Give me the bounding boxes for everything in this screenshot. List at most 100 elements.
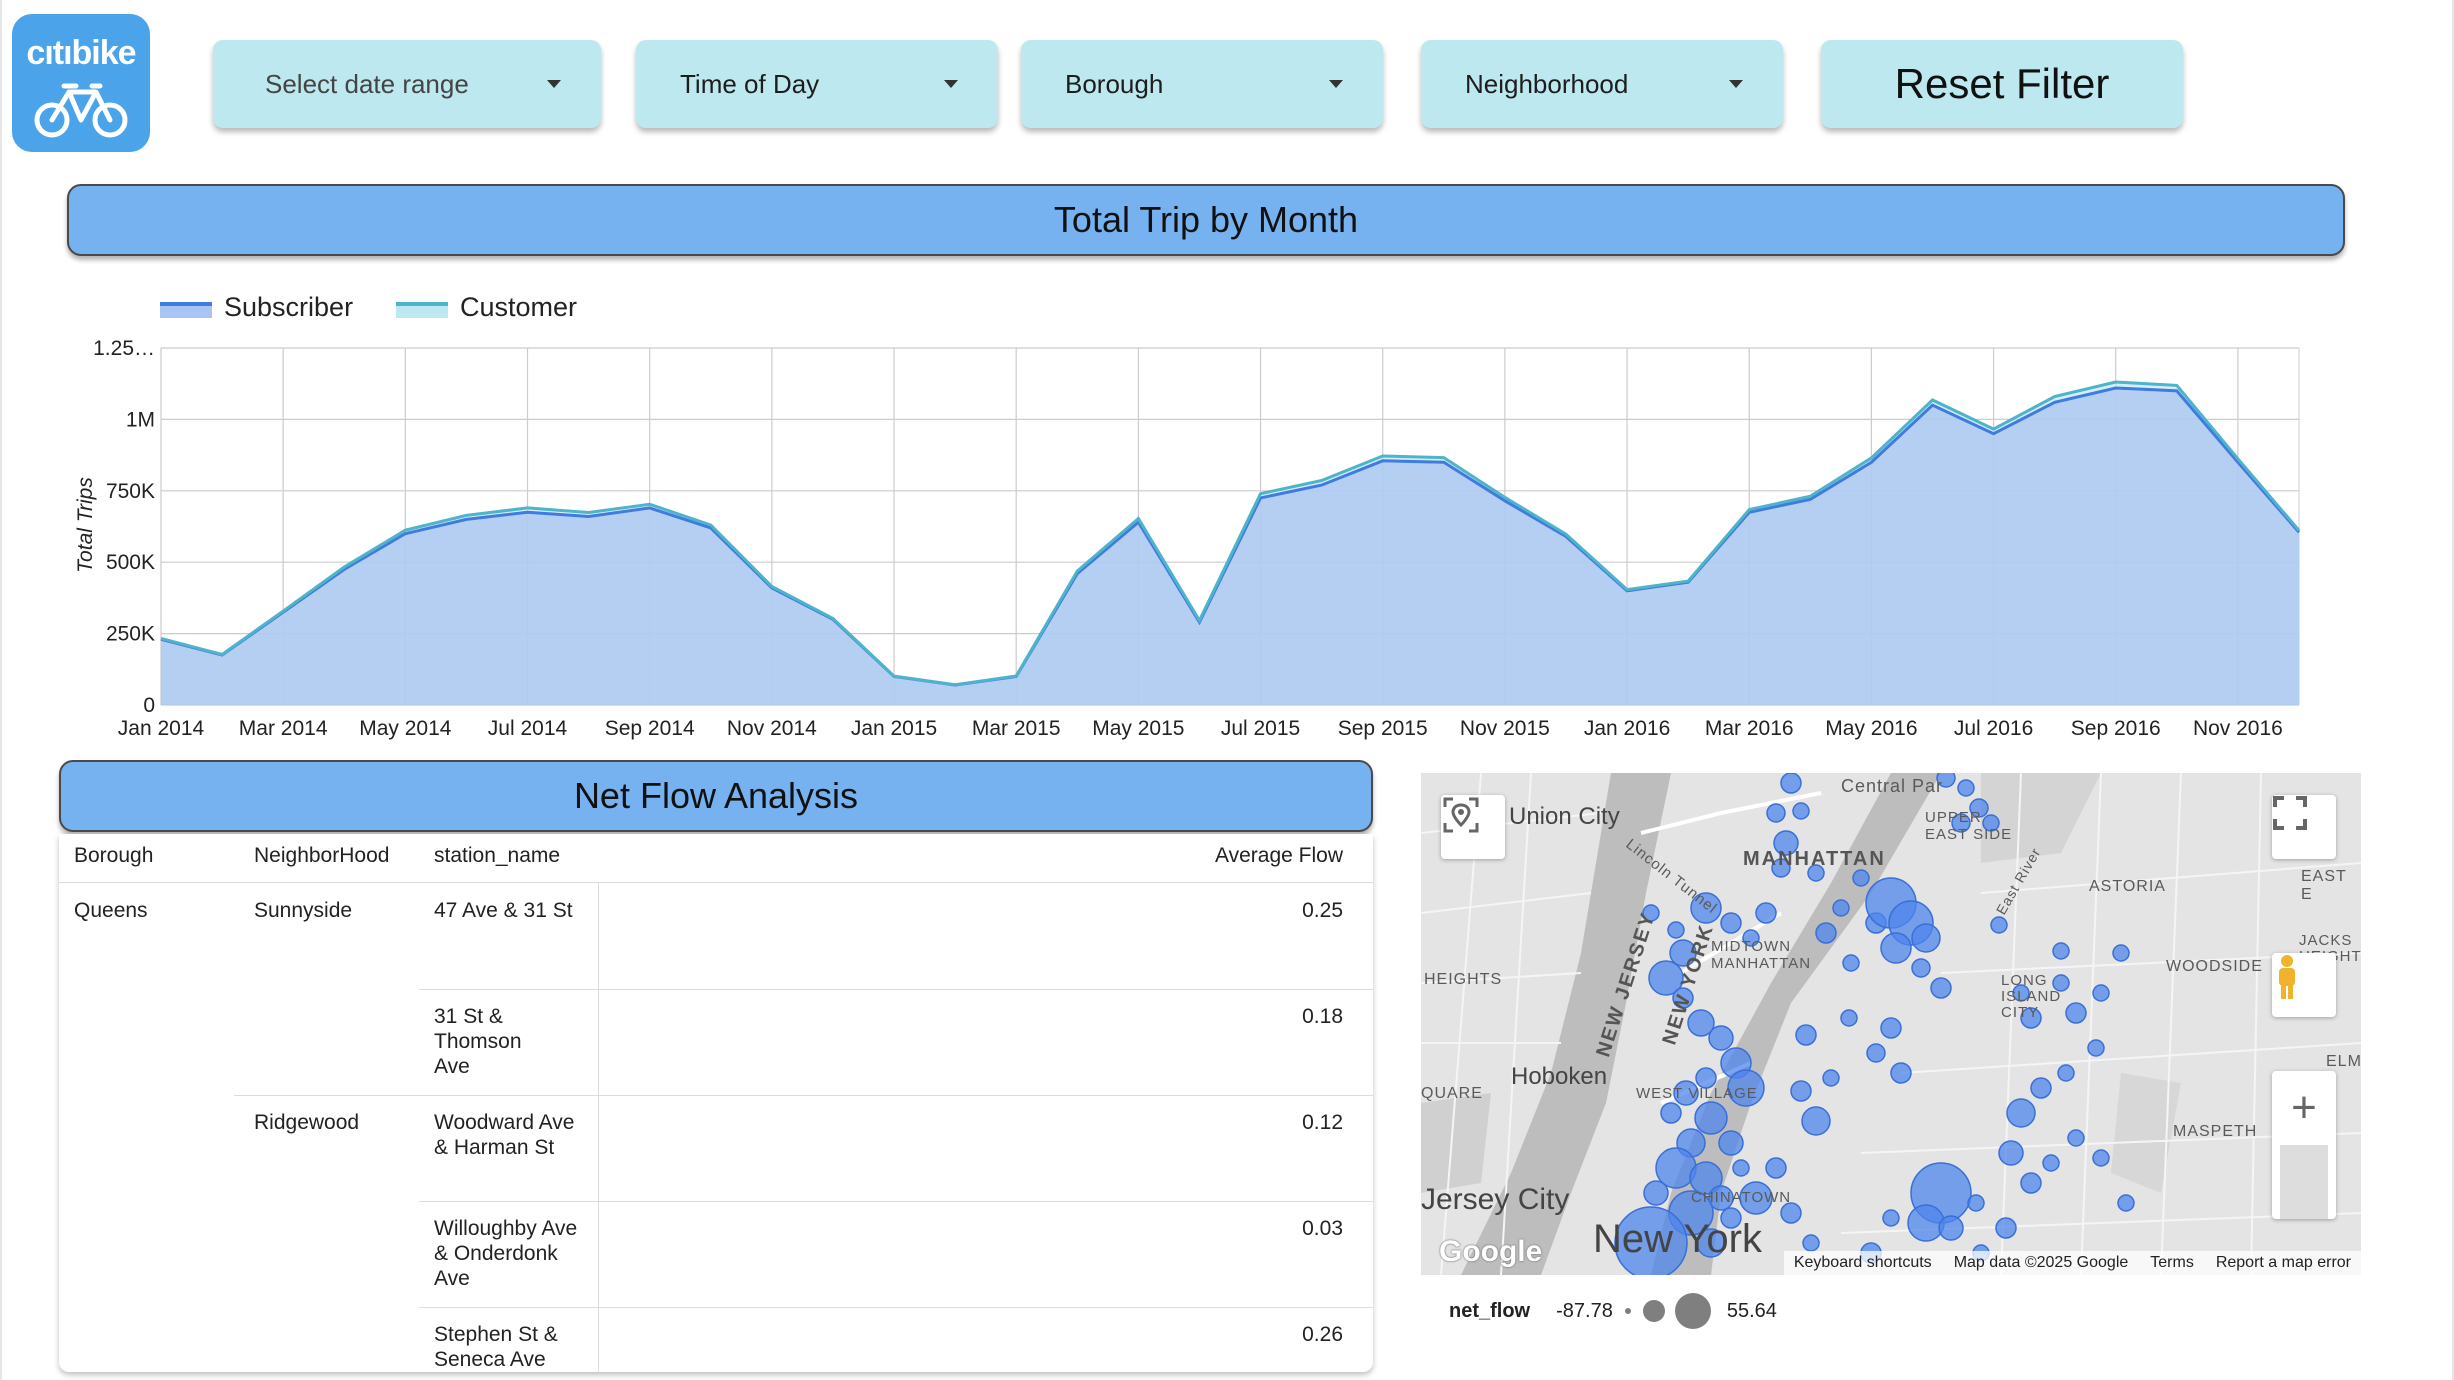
cell-station-name: Stephen St & Seneca Ave xyxy=(434,1323,558,1371)
map-label-east: EAST E xyxy=(2301,868,2347,903)
row-divider xyxy=(234,1095,1373,1096)
x-tick-label: Nov 2016 xyxy=(2193,717,2283,740)
fullscreen-icon xyxy=(2273,796,2307,830)
legend-swatch-subscriber xyxy=(160,304,212,318)
x-tick-label: Mar 2015 xyxy=(972,717,1061,740)
x-tick-label: Jan 2016 xyxy=(1584,717,1670,740)
legend-dot-medium xyxy=(1642,1300,1665,1322)
trip-chart-title: Total Trip by Month xyxy=(67,184,2345,256)
map-data-text: Map data ©2025 Google xyxy=(1953,1254,2129,1271)
legend-swatch-customer xyxy=(396,304,448,318)
legend-label-customer: Customer xyxy=(460,292,577,322)
neighborhood-label: Neighborhood xyxy=(1465,68,1629,99)
y-tick-label: 1.25… xyxy=(93,337,155,360)
map-label-new-york: New York xyxy=(1593,1217,1762,1261)
fullscreen-button[interactable] xyxy=(2272,795,2336,859)
borough-dropdown[interactable]: Borough xyxy=(1021,40,1383,128)
column-header-borough[interactable]: Borough xyxy=(74,844,153,868)
column-divider xyxy=(598,883,599,1372)
net-flow-table: Borough NeighborHood station_name Averag… xyxy=(59,834,1373,1372)
pegman-button[interactable] xyxy=(2272,953,2336,1017)
legend-title: net_flow xyxy=(1449,1299,1531,1322)
cell-average-flow: 0.18 xyxy=(1302,1005,1343,1028)
cell-station-name: Woodward Ave & Harman St xyxy=(434,1111,575,1159)
map-label-astoria: ASTORIA xyxy=(2089,878,2166,895)
legend-min: -87.78 xyxy=(1556,1299,1613,1322)
cell-neighborhood: Sunnyside xyxy=(254,899,353,922)
x-tick-label: Jul 2016 xyxy=(1954,717,2033,740)
map-label-upper-east-side: UPPER EAST SIDE xyxy=(1925,809,2013,843)
chevron-down-icon xyxy=(944,80,958,88)
header-divider xyxy=(59,882,1373,883)
y-tick-label: 0 xyxy=(143,694,155,717)
row-divider xyxy=(419,1201,1373,1202)
row-divider xyxy=(419,989,1373,990)
chevron-down-icon xyxy=(1729,80,1743,88)
map-label-chinatown: CHINATOWN xyxy=(1691,1189,1792,1206)
x-tick-label: Sep 2016 xyxy=(2071,717,2161,740)
cell-station-name: Willoughby Ave & Onderdonk Ave xyxy=(434,1217,578,1290)
pegman-icon xyxy=(2279,955,2295,999)
map-label-elmh: ELMH xyxy=(2326,1053,2361,1070)
cell-neighborhood: Ridgewood xyxy=(254,1111,360,1134)
reset-filter-button[interactable]: Reset Filter xyxy=(1821,40,2183,128)
y-axis-label: Total Trips xyxy=(74,477,97,573)
citibike-logo: cıtıbike xyxy=(12,14,150,152)
map-size-legend: net_flow -87.78 55.64 xyxy=(1449,1293,1777,1329)
time-of-day-dropdown[interactable]: Time of Day xyxy=(636,40,998,128)
x-tick-label: Jul 2014 xyxy=(488,717,568,740)
y-tick-label: 500K xyxy=(106,551,155,574)
x-tick-label: Sep 2015 xyxy=(1338,717,1428,740)
zoom-control: + − xyxy=(2272,1071,2336,1219)
report-map-error-link[interactable]: Report a map error xyxy=(2216,1254,2351,1272)
location-pin-icon xyxy=(1443,797,1479,833)
bike-icon xyxy=(34,83,128,138)
map-label-heights: HEIGHTS xyxy=(1424,971,1503,988)
map-label-maspeth: MASPETH xyxy=(2173,1123,2258,1140)
legend-dot-large xyxy=(1674,1293,1711,1329)
x-tick-label: Jan 2014 xyxy=(118,717,205,740)
x-tick-label: Jan 2015 xyxy=(851,717,937,740)
cell-station-name: 47 Ave & 31 St xyxy=(434,899,573,922)
date-range-label: Select date range xyxy=(265,68,469,99)
zoom-divider xyxy=(2280,1145,2328,1219)
cell-borough: Queens xyxy=(74,899,148,922)
legend-dot-small xyxy=(1624,1308,1631,1314)
legend-max: 55.64 xyxy=(1726,1299,1777,1322)
time-of-day-label: Time of Day xyxy=(680,68,820,99)
map-label-long-island-city: LONG ISLAND CITY xyxy=(2001,972,2062,1021)
neighborhood-dropdown[interactable]: Neighborhood xyxy=(1421,40,1783,128)
keyboard-shortcuts-link[interactable]: Keyboard shortcuts xyxy=(1794,1254,1932,1272)
trip-area-chart: 0 250K 500K 750K 1M 1.25… Jan 2014 Mar 2014 May … xyxy=(74,292,2301,740)
x-tick-label: Mar 2016 xyxy=(1705,717,1794,740)
zoom-in-button[interactable]: + xyxy=(2272,1071,2336,1145)
logo-wordmark: cıtıbike xyxy=(26,34,136,72)
map-label-manhattan: MANHATTAN xyxy=(1743,848,1886,870)
cell-average-flow: 0.03 xyxy=(1302,1217,1343,1240)
x-tick-label: Mar 2014 xyxy=(239,717,328,740)
net-flow-title: Net Flow Analysis xyxy=(59,760,1373,832)
x-tick-label: May 2016 xyxy=(1825,717,1917,740)
map-label-west-village: WEST VILLAGE xyxy=(1636,1085,1758,1102)
date-range-dropdown[interactable]: Select date range xyxy=(213,40,601,128)
column-header-average-flow[interactable]: Average Flow xyxy=(1215,844,1343,868)
x-tick-label: May 2014 xyxy=(359,717,452,740)
map-attribution: Keyboard shortcuts Map data ©2025 Google… xyxy=(1783,1251,2361,1275)
cell-average-flow: 0.12 xyxy=(1302,1111,1343,1134)
map-label-midtown: MIDTOWN MANHATTAN xyxy=(1711,938,1812,972)
y-tick-label: 750K xyxy=(106,480,155,503)
google-logo: Google xyxy=(1439,1235,1543,1268)
map-label-woodside: WOODSIDE xyxy=(2166,958,2263,975)
column-header-station-name[interactable]: station_name xyxy=(434,844,560,868)
terms-link[interactable]: Terms xyxy=(2150,1254,2194,1272)
column-header-neighborhood[interactable]: NeighborHood xyxy=(254,844,389,868)
borough-label: Borough xyxy=(1065,68,1164,99)
chevron-down-icon xyxy=(1329,80,1343,88)
station-map[interactable]: Union City Central Par MANHATTAN UPPER E… xyxy=(1421,773,2361,1275)
cell-average-flow: 0.25 xyxy=(1302,899,1343,922)
map-location-icon[interactable] xyxy=(1441,795,1505,859)
y-tick-label: 250K xyxy=(106,623,155,646)
chevron-down-icon xyxy=(547,80,561,88)
map-label-jersey-city: Jersey City xyxy=(1421,1183,1570,1216)
cell-station-name: 31 St & Thomson Ave xyxy=(434,1005,522,1078)
